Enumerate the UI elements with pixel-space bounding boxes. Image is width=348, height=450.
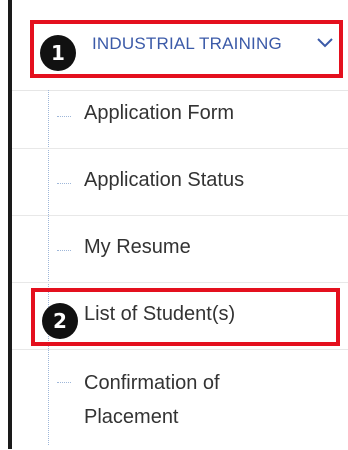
menu-item-application-form[interactable]: Application Form bbox=[12, 82, 348, 149]
menu-item-application-status[interactable]: Application Status bbox=[12, 149, 348, 216]
chevron-down-icon[interactable] bbox=[316, 36, 334, 50]
submenu-list: Application Form Application Status My R… bbox=[12, 82, 348, 450]
menu-item-confirmation-of-placement[interactable]: Confirmation of Placement bbox=[12, 350, 348, 450]
tree-branch-dots bbox=[57, 382, 71, 383]
section-title: INDUSTRIAL TRAINING bbox=[92, 34, 282, 53]
menu-item-label: List of Student(s) bbox=[84, 303, 236, 325]
tree-branch-dots bbox=[57, 183, 71, 184]
menu-item-label: Application Form bbox=[84, 102, 235, 124]
menu-item-my-resume[interactable]: My Resume bbox=[12, 216, 348, 283]
menu-item-label: Application Status bbox=[84, 169, 245, 191]
menu-item-label: Confirmation of Placement bbox=[84, 372, 220, 428]
menu-item-label: My Resume bbox=[84, 236, 191, 258]
tree-branch-dots bbox=[57, 116, 71, 117]
tree-branch-dots bbox=[57, 250, 71, 251]
step-1-badge: 1 bbox=[40, 35, 76, 71]
step-2-badge: 2 bbox=[42, 303, 78, 339]
